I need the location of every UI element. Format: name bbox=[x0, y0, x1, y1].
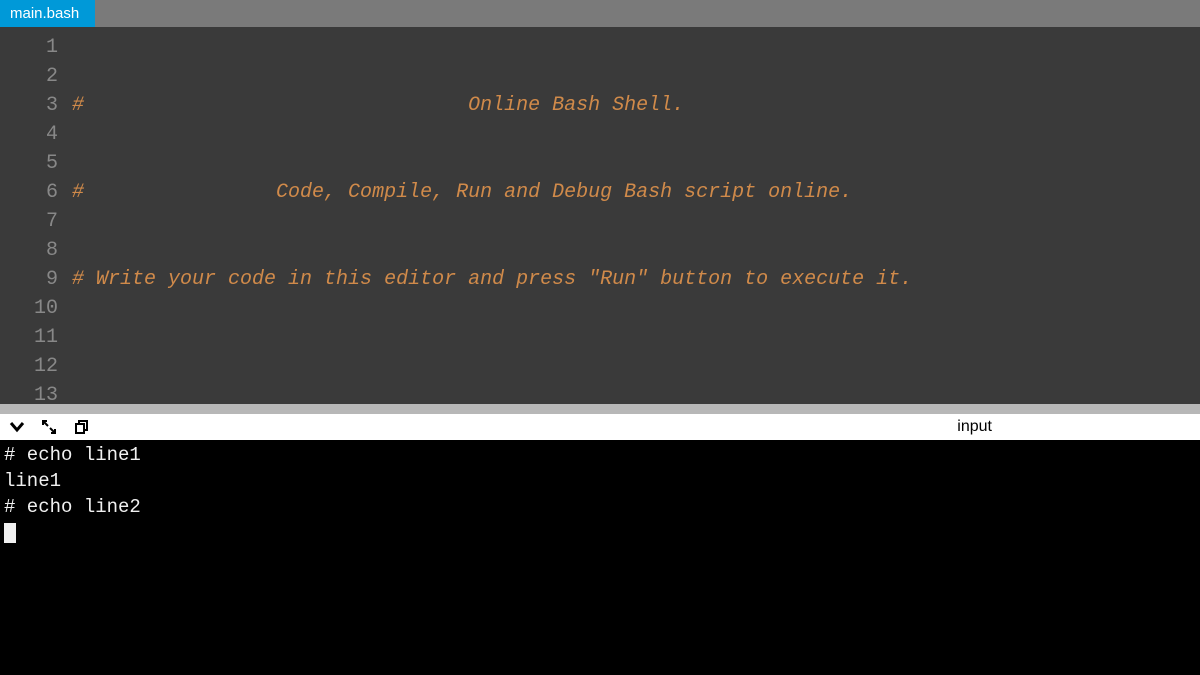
tab-bar: main.bash bbox=[0, 0, 1200, 27]
terminal-output[interactable]: # echo line1 line1 # echo line2 bbox=[0, 440, 1200, 675]
line-number: 7 bbox=[0, 207, 58, 236]
comment-hash: # bbox=[72, 94, 84, 117]
line-number: 8 bbox=[0, 236, 58, 265]
code-line: # Write your code in this editor and pre… bbox=[72, 265, 1200, 294]
tab-main-bash[interactable]: main.bash bbox=[0, 0, 95, 27]
code-line bbox=[72, 352, 1200, 381]
code-line: # Online Bash Shell. bbox=[72, 91, 1200, 120]
line-number: 12 bbox=[0, 352, 58, 381]
expand-icon[interactable] bbox=[40, 418, 58, 436]
pane-splitter[interactable] bbox=[0, 404, 1200, 414]
code-content[interactable]: # Online Bash Shell. # Code, Compile, Ru… bbox=[72, 27, 1200, 404]
line-number: 3 bbox=[0, 91, 58, 120]
line-number: 5 bbox=[0, 149, 58, 178]
line-number: 10 bbox=[0, 294, 58, 323]
comment-hash: # bbox=[72, 181, 84, 204]
line-number: 9 bbox=[0, 265, 58, 294]
code-line: # Code, Compile, Run and Debug Bash scri… bbox=[72, 178, 1200, 207]
terminal-line: line1 bbox=[4, 468, 1196, 494]
comment-hash: # bbox=[72, 268, 84, 291]
terminal-line: # echo line2 bbox=[4, 494, 1196, 520]
terminal-cursor bbox=[4, 523, 16, 543]
line-number: 1 bbox=[0, 33, 58, 62]
comment-text: Code, Compile, Run and Debug Bash script… bbox=[84, 181, 852, 204]
line-number: 4 bbox=[0, 120, 58, 149]
tab-title: main.bash bbox=[10, 5, 79, 22]
line-number: 6 bbox=[0, 178, 58, 207]
terminal-toolbar: input bbox=[0, 414, 1200, 440]
copy-icon[interactable] bbox=[72, 418, 90, 436]
terminal-cursor-line bbox=[4, 520, 1196, 546]
comment-text: Online Bash Shell. bbox=[84, 94, 684, 117]
line-number: 2 bbox=[0, 62, 58, 91]
line-number: 13 bbox=[0, 381, 58, 404]
input-label[interactable]: input bbox=[957, 418, 992, 436]
comment-text: Write your code in this editor and press… bbox=[84, 268, 912, 291]
line-number: 11 bbox=[0, 323, 58, 352]
line-number-gutter: 1 2 3 4 5 6 7 8 9 10 11 12 13 bbox=[0, 27, 72, 404]
terminal-line: # echo line1 bbox=[4, 442, 1196, 468]
code-editor[interactable]: 1 2 3 4 5 6 7 8 9 10 11 12 13 # Online B… bbox=[0, 27, 1200, 404]
chevron-down-icon[interactable] bbox=[8, 418, 26, 436]
